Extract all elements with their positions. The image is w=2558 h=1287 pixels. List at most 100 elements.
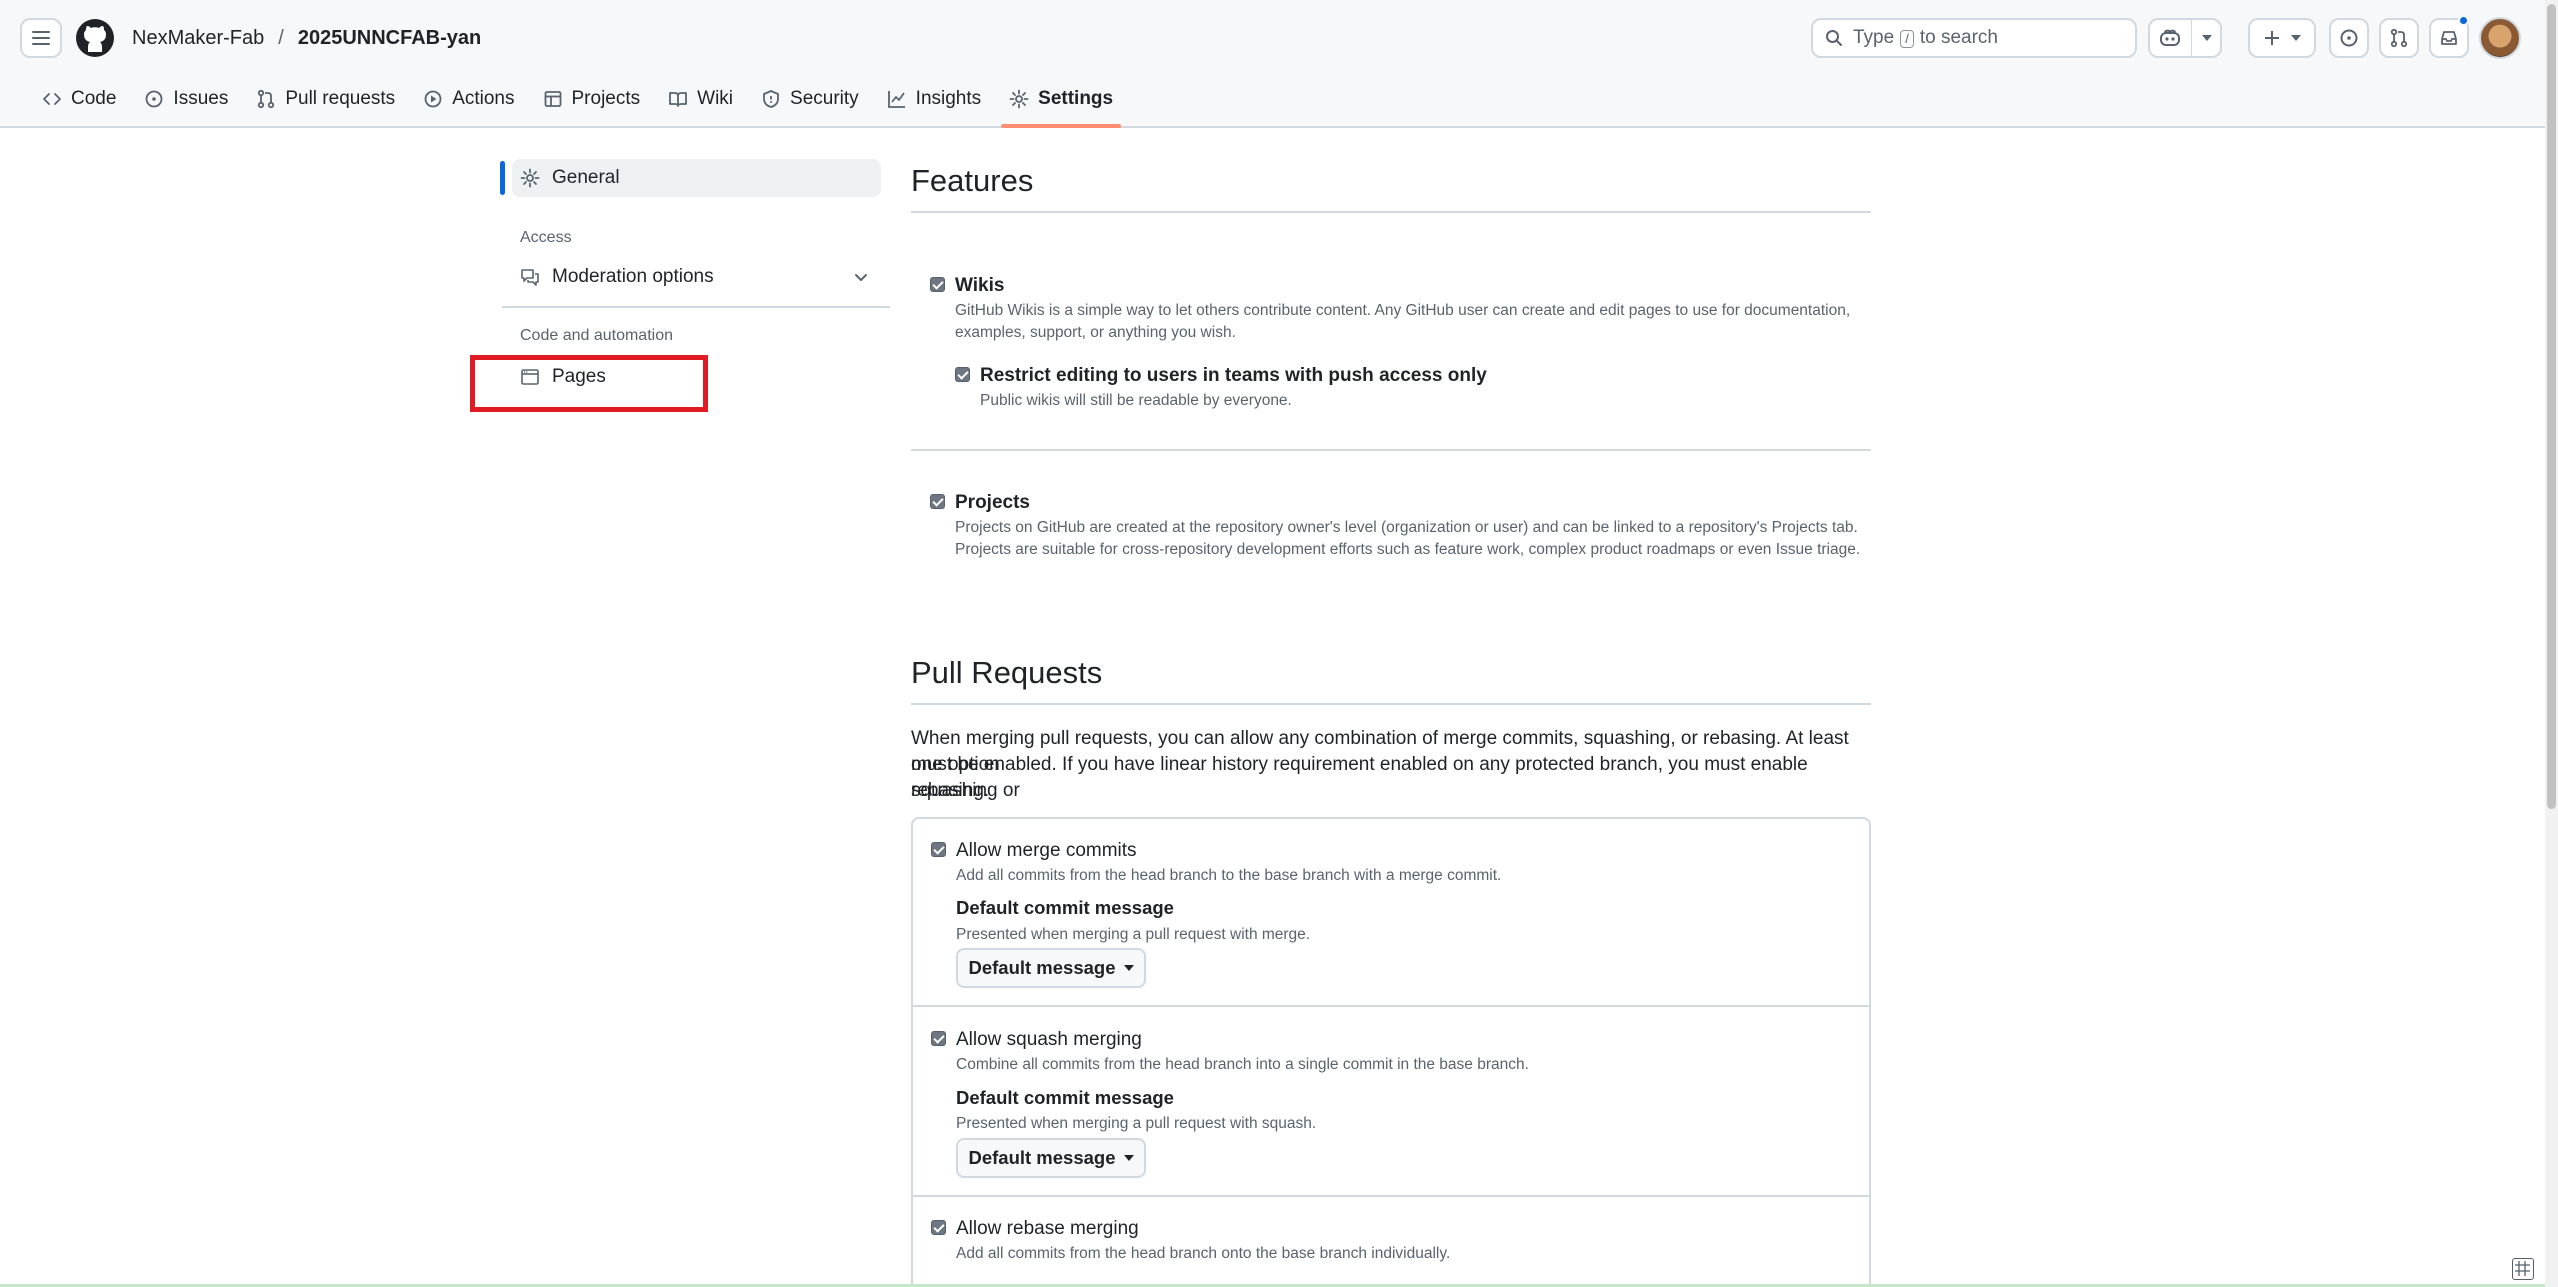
issue-opened-icon — [2340, 29, 2358, 47]
pull-requests-divider — [911, 703, 1871, 705]
wikis-checkbox[interactable] — [930, 277, 945, 292]
highlight-annotation — [470, 355, 708, 412]
allow-rebase-merging-description: Add all commits from the head branch ont… — [956, 1245, 1451, 1262]
sidebar-item-general[interactable]: General — [512, 159, 881, 197]
code-icon — [43, 93, 61, 105]
wikis-description-line2: examples, support, or anything you wish. — [955, 324, 1236, 341]
issues-button[interactable] — [2329, 18, 2369, 58]
tab-code[interactable]: Code — [28, 80, 130, 118]
scrollbar-thumb[interactable] — [2547, 4, 2556, 809]
issue-opened-icon — [146, 90, 163, 108]
squash-default-message-label: Default commit message — [956, 1087, 1174, 1108]
merge-default-message-label: Default commit message — [956, 897, 1174, 918]
inbox-icon — [2441, 31, 2457, 45]
sidebar-item-label: Moderation options — [552, 266, 714, 287]
tab-actions[interactable]: Actions — [409, 80, 528, 118]
tab-label: Settings — [1038, 88, 1114, 109]
pull-requests-heading: Pull Requests — [911, 655, 1103, 690]
allow-squash-merging-description: Combine all commits from the head branch… — [956, 1056, 1529, 1073]
projects-description-line2: Projects are suitable for cross-reposito… — [955, 541, 1861, 558]
wikis-description-line1: GitHub Wikis is a simple way to let othe… — [955, 302, 1851, 319]
breadcrumb: NexMaker-Fab / 2025UNNCFAB-yan — [132, 25, 481, 51]
tab-pull-requests[interactable]: Pull requests — [242, 80, 409, 118]
tab-projects[interactable]: Projects — [529, 80, 655, 118]
search-icon — [1826, 30, 1842, 46]
tab-label: Code — [71, 88, 117, 109]
book-icon — [669, 92, 688, 107]
allow-rebase-merging-label: Allow rebase merging — [956, 1218, 1139, 1239]
avatar[interactable] — [2479, 17, 2521, 59]
copilot-button[interactable] — [2148, 18, 2222, 58]
hamburger-icon — [32, 31, 50, 45]
sidebar-divider — [502, 306, 890, 308]
merge-default-message-description: Presented when merging a pull request wi… — [956, 926, 1311, 943]
dropdown-label: Default message — [968, 957, 1116, 978]
allow-squash-merging-checkbox[interactable] — [931, 1031, 946, 1046]
shield-icon — [763, 90, 779, 108]
tab-label: Security — [790, 88, 859, 109]
comment-discussion-icon — [521, 269, 539, 286]
breadcrumb-owner[interactable]: NexMaker-Fab — [132, 25, 264, 51]
repo-tabs: Code Issues Pull requests Actions Projec… — [28, 80, 1127, 128]
tab-label: Pull requests — [285, 88, 396, 109]
breadcrumb-repo[interactable]: 2025UNNCFAB-yan — [298, 25, 481, 51]
merge-default-message-dropdown[interactable]: Default message — [956, 948, 1146, 988]
squash-default-message-description: Presented when merging a pull request wi… — [956, 1115, 1317, 1132]
tab-label: Issues — [173, 88, 229, 109]
projects-description-line1: Projects on GitHub are created at the re… — [955, 519, 1858, 536]
caret-down-icon — [1123, 965, 1134, 971]
gear-icon — [520, 168, 540, 188]
dropdown-label: Default message — [968, 1147, 1116, 1168]
app-header: NexMaker-Fab / 2025UNNCFAB-yan Type / to s… — [0, 0, 2545, 128]
wikis-label: Wikis — [955, 275, 1005, 296]
projects-label: Projects — [955, 492, 1030, 513]
caret-down-icon — [1123, 1155, 1134, 1161]
projects-checkbox[interactable] — [930, 494, 945, 509]
features-heading: Features — [911, 163, 1034, 198]
merge-options-divider — [913, 1005, 1869, 1007]
notification-dot — [2458, 15, 2469, 26]
chevron-down-icon — [2291, 35, 2301, 41]
tab-security[interactable]: Security — [747, 80, 873, 118]
tab-label: Wiki — [697, 88, 734, 109]
tab-label: Projects — [571, 88, 641, 109]
copilot-icon — [2159, 29, 2180, 46]
play-icon — [424, 90, 442, 108]
git-pull-request-icon — [2390, 28, 2408, 48]
git-pull-request-icon — [258, 89, 275, 109]
tab-wiki[interactable]: Wiki — [654, 80, 747, 118]
sidebar-item-label: General — [552, 167, 620, 188]
grid-icon[interactable] — [2512, 1258, 2534, 1280]
gear-icon — [1009, 89, 1029, 109]
pull-requests-button[interactable] — [2379, 18, 2419, 58]
allow-merge-commits-label: Allow merge commits — [956, 840, 1137, 861]
squash-default-message-dropdown[interactable]: Default message — [956, 1138, 1146, 1178]
create-new-button[interactable] — [2248, 18, 2316, 58]
search-input[interactable]: Type / to search — [1811, 18, 2137, 58]
allow-merge-commits-description: Add all commits from the head branch to … — [956, 867, 1502, 884]
restrict-editing-checkbox[interactable] — [955, 367, 970, 382]
merge-options-box — [911, 817, 1871, 1287]
table-icon — [544, 91, 561, 107]
allow-rebase-merging-checkbox[interactable] — [931, 1220, 946, 1235]
features-separator — [911, 449, 1871, 451]
hamburger-menu-button[interactable] — [20, 18, 62, 58]
tab-insights[interactable]: Insights — [873, 80, 995, 118]
graph-icon — [887, 91, 905, 108]
tab-settings[interactable]: Settings — [995, 80, 1127, 128]
active-item-marker — [500, 161, 505, 195]
tab-issues[interactable]: Issues — [130, 80, 242, 118]
github-logo-icon[interactable] — [75, 18, 115, 58]
pull-requests-intro-line3: rebasing. — [911, 780, 990, 801]
features-divider — [911, 211, 1871, 213]
chevron-down-icon — [2201, 35, 2212, 41]
allow-squash-merging-label: Allow squash merging — [956, 1029, 1142, 1050]
restrict-editing-description: Public wikis will still be readable by e… — [980, 392, 1292, 409]
sidebar-item-moderation[interactable]: Moderation options — [512, 258, 881, 296]
restrict-editing-label: Restrict editing to users in teams with … — [980, 365, 1487, 386]
chevron-down-icon[interactable] — [852, 268, 870, 286]
sidebar-heading-access: Access — [520, 229, 572, 246]
tab-label: Insights — [915, 88, 982, 109]
allow-merge-commits-checkbox[interactable] — [931, 842, 946, 857]
search-shortcut-key: / — [1900, 30, 1914, 48]
